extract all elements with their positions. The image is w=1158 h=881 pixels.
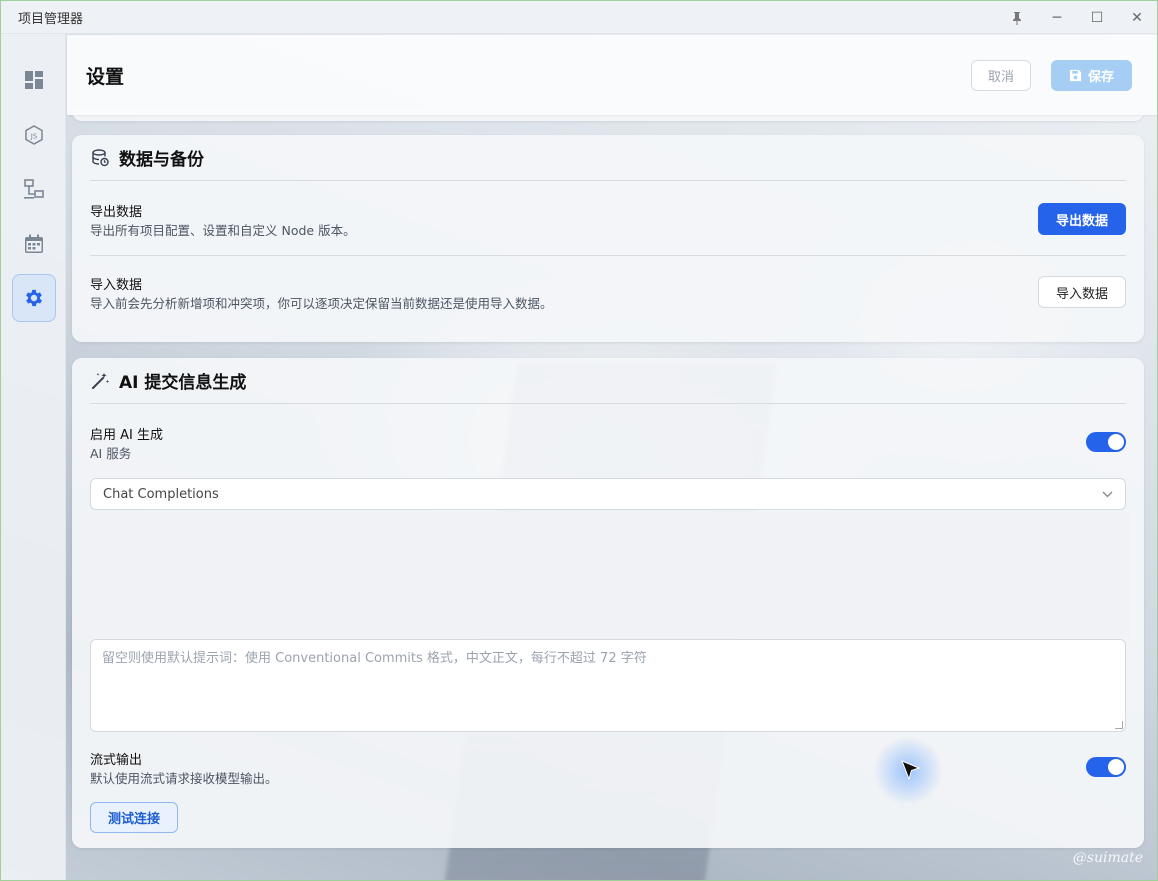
ai-service-select[interactable]: Chat Completions — [90, 478, 1126, 510]
data-backup-title: 数据与备份 — [119, 150, 204, 170]
maximize-button[interactable]: ☐ — [1077, 1, 1117, 34]
floppy-icon — [1069, 69, 1082, 82]
resize-handle[interactable] — [1115, 721, 1123, 729]
app-window: 项目管理器 ─ ☐ ✕ JS 设置 取消 保存 数据与备份 导出数据 导出所有项… — [0, 0, 1158, 881]
magic-wand-icon — [92, 372, 109, 389]
pin-icon — [1013, 11, 1021, 25]
calendar-icon — [25, 234, 43, 253]
sidebar-item-node[interactable]: JS — [12, 111, 56, 159]
window-controls: ─ ☐ ✕ — [997, 1, 1157, 33]
import-title: 导入数据 — [90, 278, 143, 293]
close-icon: ✕ — [1131, 9, 1143, 26]
stream-output-toggle[interactable] — [1086, 757, 1126, 777]
export-title: 导出数据 — [90, 205, 143, 220]
watermark: @suimate — [1072, 850, 1143, 866]
data-backup-card: 数据与备份 导出数据 导出所有项目配置、设置和自定义 Node 版本。 导出数据… — [72, 135, 1144, 342]
sidebar-item-calendar[interactable] — [12, 220, 56, 268]
enable-ai-title: 启用 AI 生成 — [90, 428, 163, 443]
ai-commit-header: AI 提交信息生成 — [90, 358, 1126, 404]
nodejs-icon: JS — [25, 125, 43, 145]
network-icon — [24, 179, 44, 199]
mouse-cursor-icon — [901, 760, 921, 781]
pin-button[interactable] — [997, 1, 1037, 34]
prompt-placeholder: 留空则使用默认提示词：使用 Conventional Commits 格式，中文… — [102, 651, 647, 666]
config-panel — [86, 512, 1130, 638]
sidebar: JS — [1, 34, 66, 880]
save-label: 保存 — [1087, 70, 1114, 85]
stream-output-description: 默认使用流式请求接收模型输出。 — [90, 771, 278, 786]
app-title: 项目管理器 — [18, 11, 84, 27]
ai-service-value: Chat Completions — [103, 486, 219, 502]
sidebar-item-network[interactable] — [12, 165, 56, 213]
svg-text:JS: JS — [30, 133, 38, 141]
stream-output-title: 流式输出 — [90, 753, 143, 768]
data-backup-header: 数据与备份 — [90, 135, 1126, 181]
import-description: 导入前会先分析新增项和冲突项，你可以逐项决定保留当前数据还是使用导入数据。 — [90, 296, 553, 311]
page-header: 设置 取消 保存 — [67, 35, 1157, 115]
ai-commit-card: AI 提交信息生成 启用 AI 生成 AI 服务 Chat Completion… — [72, 358, 1144, 848]
sidebar-item-dashboard[interactable] — [12, 56, 56, 104]
toggle-knob — [1108, 759, 1124, 775]
import-data-button[interactable]: 导入数据 — [1038, 276, 1126, 308]
enable-ai-toggle[interactable] — [1086, 432, 1126, 452]
minimize-button[interactable]: ─ — [1037, 1, 1077, 34]
test-connection-button[interactable]: 测试连接 — [90, 802, 178, 833]
prompt-textarea[interactable]: 留空则使用默认提示词：使用 Conventional Commits 格式，中文… — [90, 639, 1126, 732]
toggle-knob — [1108, 434, 1124, 450]
gear-icon — [26, 289, 42, 307]
title-bar: 项目管理器 ─ ☐ ✕ — [1, 1, 1157, 34]
export-data-button[interactable]: 导出数据 — [1038, 203, 1126, 235]
dashboard-icon — [25, 71, 43, 89]
maximize-icon: ☐ — [1090, 9, 1104, 26]
sidebar-item-settings[interactable] — [12, 274, 56, 322]
divider — [90, 255, 1126, 256]
cancel-button[interactable]: 取消 — [971, 60, 1031, 91]
page-title: 设置 — [86, 65, 125, 88]
close-button[interactable]: ✕ — [1117, 1, 1157, 34]
ai-commit-title: AI 提交信息生成 — [119, 373, 247, 393]
export-description: 导出所有项目配置、设置和自定义 Node 版本。 — [90, 223, 356, 238]
chevron-down-icon — [1102, 488, 1113, 501]
save-button[interactable]: 保存 — [1051, 60, 1132, 91]
database-icon — [92, 148, 109, 166]
minimize-icon: ─ — [1052, 9, 1062, 26]
enable-ai-description: AI 服务 — [90, 446, 132, 461]
